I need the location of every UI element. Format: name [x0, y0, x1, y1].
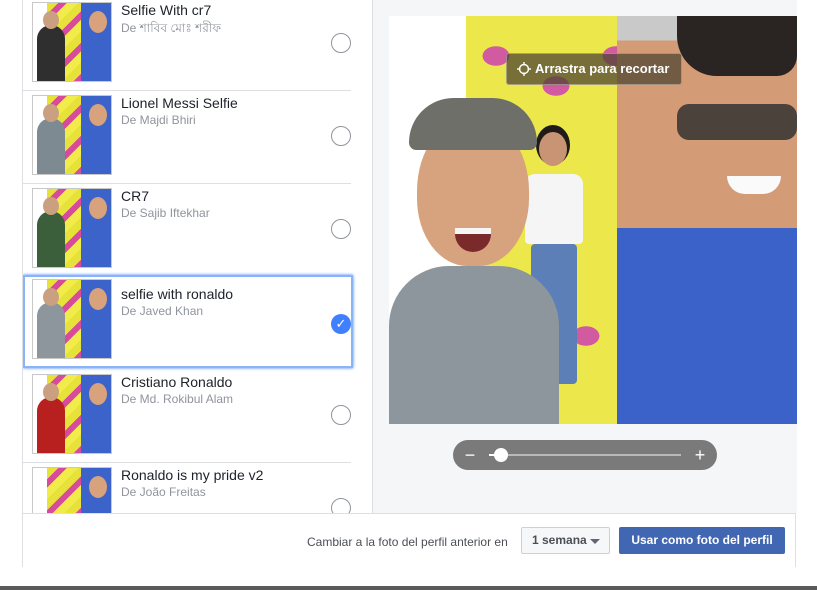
frame-thumbnail — [32, 188, 112, 268]
profile-photo-preview[interactable]: Arrastra para recortar — [389, 16, 797, 424]
frame-radio[interactable] — [331, 33, 351, 53]
chevron-down-icon — [590, 539, 600, 544]
frame-thumbnail — [32, 374, 112, 454]
frame-title: Ronaldo is my pride v2 — [121, 467, 264, 483]
zoom-in-button[interactable]: + — [689, 444, 711, 466]
frame-title: selfie with ronaldo — [121, 286, 234, 302]
frame-radio[interactable] — [331, 219, 351, 239]
frame-author: De Sajib Iftekhar — [121, 206, 210, 220]
duration-value: 1 semana — [532, 533, 587, 547]
zoom-out-button[interactable]: − — [459, 444, 481, 466]
zoom-slider-bar: − + — [453, 440, 717, 470]
frame-item-3[interactable]: selfie with ronaldo De Javed Khan ✓ — [23, 275, 353, 368]
duration-select[interactable]: 1 semana — [521, 527, 610, 554]
modal-backdrop — [0, 586, 817, 590]
revert-photo-label: Cambiar a la foto del perfil anterior en — [307, 535, 508, 549]
frame-thumbnail — [32, 2, 112, 82]
use-as-profile-photo-button[interactable]: Usar como foto del perfil — [619, 527, 785, 554]
frame-item-4[interactable]: Cristiano Ronaldo De Md. Rokibul Alam — [23, 370, 351, 463]
photo-preview-area: Arrastra para recortar − + — [372, 0, 797, 513]
frame-thumbnail — [32, 95, 112, 175]
frame-author: De শাবিব মোঃ শরীফ — [121, 21, 222, 35]
drag-to-crop-label: Arrastra para recortar — [535, 61, 670, 76]
frame-radio[interactable] — [331, 498, 351, 513]
zoom-slider-track[interactable] — [489, 448, 681, 462]
dialog-footer: Cambiar a la foto del perfil anterior en… — [23, 513, 795, 567]
frame-item-1[interactable]: Lionel Messi Selfie De Majdi Bhiri — [23, 91, 351, 184]
frame-list[interactable]: Selfie With cr7 De শাবিব মোঃ শরীফ Lionel… — [23, 0, 372, 513]
frame-author: De Majdi Bhiri — [121, 113, 196, 127]
frame-thumbnail — [32, 279, 112, 359]
frame-radio[interactable] — [331, 126, 351, 146]
frame-author: De João Freitas — [121, 485, 206, 499]
frame-item-2[interactable]: CR7 De Sajib Iftekhar — [23, 184, 351, 277]
frame-author: De Javed Khan — [121, 304, 204, 318]
frame-title: Selfie With cr7 — [121, 2, 212, 18]
person-left — [389, 96, 559, 424]
frame-author: De Md. Rokibul Alam — [121, 392, 234, 406]
move-icon — [517, 62, 531, 76]
frame-title: CR7 — [121, 188, 150, 204]
profile-frame-dialog: Selfie With cr7 De শাবিব মোঃ শরীফ Lionel… — [22, 0, 797, 567]
drag-to-crop-button[interactable]: Arrastra para recortar — [506, 53, 683, 85]
frame-thumbnail — [32, 467, 112, 513]
selected-check[interactable]: ✓ — [331, 314, 351, 334]
frame-item-5[interactable]: Ronaldo is my pride v2 De João Freitas — [23, 463, 351, 513]
frame-item-0[interactable]: Selfie With cr7 De শাবিব মোঃ শরীফ — [23, 0, 351, 91]
frame-title: Lionel Messi Selfie — [121, 95, 238, 111]
check-icon: ✓ — [335, 316, 347, 331]
frame-radio[interactable] — [331, 405, 351, 425]
zoom-slider-handle[interactable] — [493, 448, 508, 462]
frame-title: Cristiano Ronaldo — [121, 374, 233, 390]
